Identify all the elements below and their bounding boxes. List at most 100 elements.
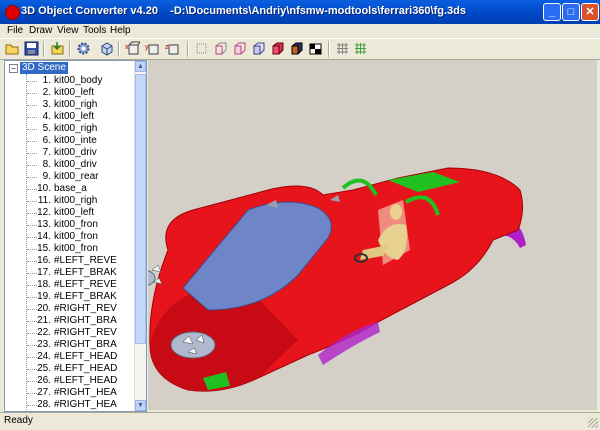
shaded-cube-icon[interactable] <box>289 41 304 56</box>
front-view-icon[interactable] <box>213 41 228 56</box>
tree-item-number: 22. <box>37 327 51 338</box>
settings-gear-icon[interactable] <box>76 41 91 56</box>
tree-item[interactable]: 6. kit00_inte <box>5 135 133 147</box>
tree-item-label[interactable]: #LEFT_REVE <box>54 255 117 267</box>
solid-cube-icon[interactable] <box>270 41 285 56</box>
tree-item-label[interactable]: kit00_fron <box>54 219 98 231</box>
tree-item[interactable]: 16. #LEFT_REVE <box>5 255 133 267</box>
checker-cube-icon[interactable] <box>308 41 323 56</box>
tree-item[interactable]: 12. kit00_left <box>5 207 133 219</box>
green-grid-icon[interactable] <box>353 41 368 56</box>
tree-item-number: 6. <box>42 135 51 146</box>
tree-item[interactable]: 13. kit00_fron <box>5 219 133 231</box>
cube-y-icon[interactable]: y <box>145 41 160 56</box>
tree-item-label[interactable]: kit00_fron <box>54 243 98 255</box>
tree-item[interactable]: 28. #RIGHT_HEA <box>5 399 133 411</box>
tree-item[interactable]: 2. kit00_left <box>5 87 133 99</box>
3d-viewport[interactable] <box>148 60 597 410</box>
cube-icon[interactable] <box>99 41 114 56</box>
grid-icon[interactable] <box>335 41 350 56</box>
tree-item-label[interactable]: base_a <box>54 183 87 195</box>
tree-item-label[interactable]: kit00_righ <box>54 195 97 207</box>
top-view-icon[interactable] <box>251 41 266 56</box>
tree-item-label[interactable]: #RIGHT_HEA <box>54 399 117 411</box>
tree-item-label[interactable]: #RIGHT_HEA <box>54 387 117 399</box>
tree-item[interactable]: 4. kit00_left <box>5 111 133 123</box>
tree-item-label[interactable]: kit00_inte <box>54 135 97 147</box>
scroll-thumb[interactable] <box>135 74 146 344</box>
menu-help[interactable]: Help <box>107 24 134 38</box>
tree-item-number: 5. <box>42 123 51 134</box>
tree-item[interactable]: 5. kit00_righ <box>5 123 133 135</box>
tree-item[interactable]: 24. #LEFT_HEAD <box>5 351 133 363</box>
tree-item-label[interactable]: kit00_body <box>54 75 102 87</box>
tree-item[interactable]: 21. #RIGHT_BRA <box>5 315 133 327</box>
tree-item[interactable]: 26. #LEFT_HEAD <box>5 375 133 387</box>
tree-item-number: 2. <box>42 87 51 98</box>
window-title: 3D Object Converter v4.20 -D:\Documents\… <box>21 5 466 17</box>
tree-item[interactable]: 11. kit00_righ <box>5 195 133 207</box>
tree-item-label[interactable]: #RIGHT_REV <box>54 303 117 315</box>
tree-item-label[interactable]: #RIGHT_BRA <box>54 339 117 351</box>
cube-x-icon[interactable]: x <box>125 41 140 56</box>
tree-item-label[interactable]: kit00_driv <box>54 147 97 159</box>
tree-item-label[interactable]: kit00_left <box>54 207 94 219</box>
tree-item-label[interactable]: #LEFT_HEAD <box>54 363 117 375</box>
tree-item-label[interactable]: #LEFT_BRAK <box>54 291 117 303</box>
cube-z-icon[interactable]: z <box>165 41 180 56</box>
tree-item-label[interactable]: #LEFT_HEAD <box>54 375 117 387</box>
tree-item[interactable]: 8. kit00_driv <box>5 159 133 171</box>
tree-item[interactable]: 14. kit00_fron <box>5 231 133 243</box>
side-view-icon[interactable] <box>232 41 247 56</box>
tree-scrollbar[interactable]: ▲ ▼ <box>134 61 146 411</box>
maximize-button[interactable]: □ <box>562 3 580 21</box>
menu-file[interactable]: File <box>4 24 26 38</box>
import-icon[interactable] <box>50 41 65 56</box>
tree-item[interactable]: 10. base_a <box>5 183 133 195</box>
tree-item[interactable]: 3. kit00_righ <box>5 99 133 111</box>
tree-item[interactable]: 19. #LEFT_BRAK <box>5 291 133 303</box>
tree-item[interactable]: 23. #RIGHT_BRA <box>5 339 133 351</box>
open-folder-icon[interactable] <box>5 41 20 56</box>
app-icon[interactable] <box>5 5 20 20</box>
tree-root-label[interactable]: 3D Scene <box>20 62 68 74</box>
tree-item[interactable]: 9. kit00_rear <box>5 171 133 183</box>
tree-item-label[interactable]: kit00_rear <box>54 171 98 183</box>
close-button[interactable]: ✕ <box>581 3 599 21</box>
tree-item[interactable]: 17. #LEFT_BRAK <box>5 267 133 279</box>
tree-item[interactable]: 18. #LEFT_REVE <box>5 279 133 291</box>
toolbar-separator <box>69 41 71 57</box>
tree-item[interactable]: 15. kit00_fron <box>5 243 133 255</box>
tree-item-label[interactable]: #RIGHT_BRA <box>54 315 117 327</box>
tree-item-label[interactable]: kit00_driv <box>54 159 97 171</box>
tree-item[interactable]: 27. #RIGHT_HEA <box>5 387 133 399</box>
scroll-up-icon[interactable]: ▲ <box>135 61 146 72</box>
save-disk-icon[interactable] <box>24 41 39 56</box>
tree-item-label[interactable]: kit00_righ <box>54 123 97 135</box>
scene-tree[interactable]: − 3D Scene 1. kit00_body 2. kit00_left 3. kit… <box>4 60 147 412</box>
tree-item-label[interactable]: #LEFT_HEAD <box>54 351 117 363</box>
tree-item-label[interactable]: kit00_left <box>54 87 94 99</box>
title-bar[interactable]: 3D Object Converter v4.20 -D:\Documents\… <box>0 0 600 24</box>
tree-item-number: 18. <box>37 279 51 290</box>
status-bar: Ready <box>0 412 600 430</box>
tree-item[interactable]: 7. kit00_driv <box>5 147 133 159</box>
minimize-button[interactable]: _ <box>543 3 561 21</box>
tree-item[interactable]: 22. #RIGHT_REV <box>5 327 133 339</box>
resize-grip-icon[interactable] <box>588 418 598 428</box>
tree-item[interactable]: 25. #LEFT_HEAD <box>5 363 133 375</box>
menu-view[interactable]: View <box>54 24 82 38</box>
tree-item-label[interactable]: #LEFT_BRAK <box>54 267 117 279</box>
menu-draw[interactable]: Draw <box>26 24 55 38</box>
collapse-icon[interactable]: − <box>9 64 18 73</box>
tree-item[interactable]: 20. #RIGHT_REV <box>5 303 133 315</box>
scroll-down-icon[interactable]: ▼ <box>135 400 146 411</box>
tree-item-label[interactable]: #LEFT_REVE <box>54 279 117 291</box>
tree-item-label[interactable]: kit00_fron <box>54 231 98 243</box>
wire-cube-icon[interactable] <box>194 41 209 56</box>
tree-item-label[interactable]: #RIGHT_REV <box>54 327 117 339</box>
menu-tools[interactable]: Tools <box>80 24 109 38</box>
tree-item-label[interactable]: kit00_righ <box>54 99 97 111</box>
tree-item-label[interactable]: kit00_left <box>54 111 94 123</box>
tree-item[interactable]: 1. kit00_body <box>5 75 133 87</box>
